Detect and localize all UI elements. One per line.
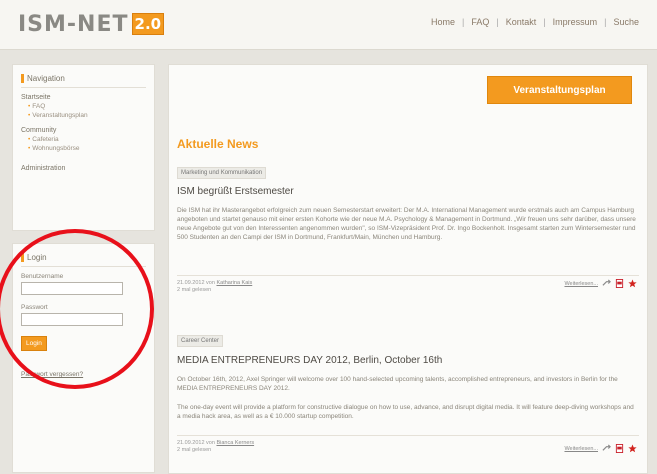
pdf-icon[interactable] bbox=[615, 444, 624, 453]
nav-separator: | bbox=[496, 17, 499, 27]
read-more-link[interactable]: Weiterlesen... bbox=[564, 281, 598, 287]
article-meta: 21.09.2012 von Katharina Kais 2 mal gele… bbox=[177, 280, 253, 293]
favorite-star-icon[interactable] bbox=[628, 279, 637, 288]
favorite-star-icon[interactable] bbox=[628, 444, 637, 453]
author-link[interactable]: Bianca Kerners bbox=[216, 440, 254, 446]
article-category-tag[interactable]: Marketing und Kommunikation bbox=[177, 167, 267, 179]
nav-separator: | bbox=[462, 17, 465, 27]
forgot-password-link[interactable]: Passwort vergessen? bbox=[21, 371, 83, 378]
article-body: On October 16th, 2012, Axel Springer wil… bbox=[177, 376, 618, 392]
divider bbox=[21, 266, 146, 267]
top-navigation: Home | FAQ | Kontakt | Impressum | Suche bbox=[431, 17, 639, 27]
pdf-icon[interactable] bbox=[615, 279, 624, 288]
login-title-text: Login bbox=[27, 252, 47, 262]
sidebar-item-cafeteria[interactable]: • Cafeteria bbox=[21, 135, 146, 144]
share-icon[interactable] bbox=[602, 444, 611, 453]
article-actions: Weiterlesen... bbox=[564, 279, 637, 288]
nav-home-link[interactable]: Home bbox=[431, 17, 455, 27]
bullet-icon: • bbox=[28, 103, 31, 110]
logo-text: ISM-NET bbox=[18, 11, 129, 37]
bullet-icon: • bbox=[28, 112, 31, 119]
username-input[interactable] bbox=[21, 282, 123, 295]
divider bbox=[21, 87, 146, 88]
login-panel-title: Login bbox=[21, 250, 146, 264]
article-category-tag[interactable]: Career Center bbox=[177, 335, 224, 347]
article-body: Die ISM hat ihr Masterangebot erfolgreic… bbox=[177, 207, 636, 241]
article-body: The one-day event will provide a platfor… bbox=[177, 404, 634, 420]
article-meta: 21.09.2012 von Bianca Kerners 2 mal gele… bbox=[177, 440, 255, 453]
site-logo[interactable]: ISM-NET 2.0 bbox=[18, 11, 165, 37]
orange-bar-icon bbox=[21, 73, 24, 83]
nav-suche-link[interactable]: Suche bbox=[613, 17, 639, 27]
read-more-link[interactable]: Weiterlesen... bbox=[564, 446, 598, 452]
veranstaltungsplan-button[interactable]: Veranstaltungsplan bbox=[487, 76, 632, 104]
share-icon[interactable] bbox=[602, 279, 611, 288]
sidebar-item-wohnungsboerse[interactable]: • Wohnungsbörse bbox=[21, 144, 146, 153]
bullet-icon: • bbox=[28, 136, 31, 143]
nav-separator: | bbox=[543, 17, 546, 27]
read-count: 2 mal gelesen bbox=[177, 447, 212, 453]
nav-kontakt-link[interactable]: Kontakt bbox=[506, 17, 537, 27]
article-title[interactable]: MEDIA ENTREPRENEURS DAY 2012, Berlin, Oc… bbox=[177, 355, 442, 366]
password-input[interactable] bbox=[21, 313, 123, 326]
nav-impressum-link[interactable]: Impressum bbox=[553, 17, 598, 27]
password-label: Passwort bbox=[21, 304, 48, 311]
article-actions: Weiterlesen... bbox=[564, 444, 637, 453]
login-button[interactable]: Login bbox=[21, 336, 47, 351]
nav-group-title[interactable]: Startseite bbox=[21, 94, 146, 101]
sidebar-item-administration[interactable]: Administration bbox=[21, 165, 146, 172]
read-count: 2 mal gelesen bbox=[177, 287, 212, 293]
nav-separator: | bbox=[604, 17, 607, 27]
divider bbox=[177, 435, 639, 436]
main-content: Veranstaltungsplan Aktuelle News Marketi… bbox=[168, 64, 648, 474]
nav-faq-link[interactable]: FAQ bbox=[471, 17, 489, 27]
navigation-title-text: Navigation bbox=[27, 73, 65, 83]
username-label: Benutzername bbox=[21, 273, 64, 280]
logo-badge: 2.0 bbox=[131, 13, 165, 35]
login-panel: Login Benutzername Passwort Login Passwo… bbox=[12, 243, 155, 473]
navigation-panel: Navigation Startseite • FAQ • Veranstaltun… bbox=[12, 64, 155, 231]
header: ISM-NET 2.0 Home | FAQ | Kontakt | Impre… bbox=[0, 0, 657, 50]
nav-group-title[interactable]: Community bbox=[21, 127, 146, 134]
nav-group-startseite: Startseite • FAQ • Veranstaltungsplan bbox=[21, 94, 146, 120]
bullet-icon: • bbox=[28, 145, 31, 152]
author-link[interactable]: Katharina Kais bbox=[216, 280, 252, 286]
news-heading: Aktuelle News bbox=[177, 137, 259, 151]
nav-group-community: Community • Cafeteria • Wohnungsbörse bbox=[21, 127, 146, 153]
sidebar-item-faq[interactable]: • FAQ bbox=[21, 102, 146, 111]
navigation-panel-title: Navigation bbox=[21, 71, 146, 85]
article-title[interactable]: ISM begrüßt Erstsemester bbox=[177, 186, 294, 197]
divider bbox=[177, 275, 639, 276]
sidebar-item-veranstaltungsplan[interactable]: • Veranstaltungsplan bbox=[21, 111, 146, 120]
orange-bar-icon bbox=[21, 252, 24, 262]
